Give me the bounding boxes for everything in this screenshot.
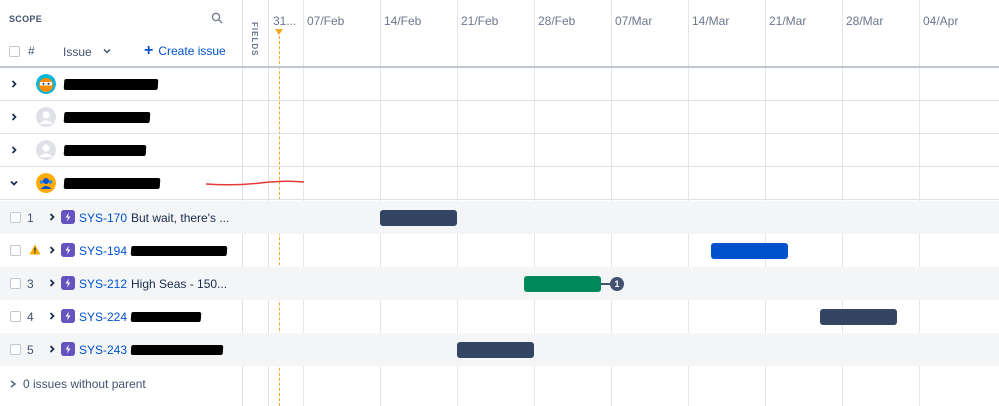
issue-key-link[interactable]: SYS-243 — [79, 343, 127, 357]
red-annotation-stroke — [205, 180, 305, 186]
plus-icon: + — [144, 42, 154, 59]
create-issue-button[interactable]: + Create issue — [144, 42, 226, 59]
epic-icon — [61, 243, 75, 257]
timeline-date-label: 28/Mar — [846, 14, 884, 28]
issue-key-link[interactable]: SYS-170 — [79, 211, 127, 225]
default-avatar — [36, 107, 56, 127]
timeline-date-label: 04/Apr — [923, 14, 959, 28]
issue-checkbox[interactable] — [10, 278, 21, 289]
chevron-right-icon[interactable] — [9, 145, 19, 155]
default-avatar — [36, 140, 56, 160]
select-all-checkbox[interactable] — [9, 46, 20, 57]
issue-row[interactable]: 3 SYS-212 High Seas - 150... — [0, 267, 999, 300]
timeline-date-label: 31... — [273, 14, 297, 28]
epic-icon — [61, 276, 75, 290]
rank-number: 1 — [27, 211, 34, 225]
redacted-summary — [130, 345, 224, 355]
timeline-date-label: 07/Mar — [615, 14, 653, 28]
issue-checkbox[interactable] — [10, 344, 21, 355]
chevron-down-icon[interactable] — [9, 178, 19, 188]
timeline-date-label: 07/Feb — [307, 14, 345, 28]
chevron-right-icon[interactable] — [9, 79, 19, 89]
chevron-right-icon[interactable] — [47, 344, 57, 354]
rank-number: 3 — [27, 277, 34, 291]
warning-icon[interactable] — [29, 244, 41, 255]
chevron-right-icon[interactable] — [9, 112, 19, 122]
issue-key-link[interactable]: SYS-212 — [79, 277, 127, 291]
issue-key-link[interactable]: SYS-194 — [79, 244, 127, 258]
timeline-date-label: 14/Feb — [384, 14, 422, 28]
timeline-date-label: 21/Feb — [461, 14, 499, 28]
issue-checkbox[interactable] — [10, 245, 21, 256]
chevron-right-icon[interactable] — [47, 278, 57, 288]
row-divider — [243, 166, 999, 167]
epic-icon — [61, 309, 75, 323]
row-divider — [243, 100, 999, 101]
issues-without-parent-label: 0 issues without parent — [23, 377, 146, 391]
schedule-bar[interactable] — [457, 342, 534, 358]
rank-column-header: # — [28, 44, 35, 58]
today-marker — [275, 29, 283, 35]
parent-row[interactable] — [0, 134, 243, 167]
create-issue-label: Create issue — [158, 44, 226, 58]
redacted-name — [63, 79, 159, 90]
chevron-right-icon[interactable] — [47, 311, 57, 321]
redacted-name — [63, 145, 147, 156]
schedule-bar[interactable] — [711, 243, 788, 259]
issue-column-header[interactable]: Issue — [63, 45, 92, 59]
issue-summary[interactable]: High Seas - 150... — [131, 277, 229, 291]
row-divider — [243, 133, 999, 134]
issue-row[interactable]: 1 SYS-170 But wait, there's ... — [0, 201, 999, 234]
issues-without-parent[interactable]: 0 issues without parent — [9, 377, 146, 391]
team-avatar — [36, 173, 56, 193]
issue-key-link[interactable]: SYS-224 — [79, 310, 127, 324]
search-icon[interactable] — [211, 12, 223, 24]
issue-checkbox[interactable] — [10, 311, 21, 322]
parent-row[interactable] — [0, 68, 243, 101]
dependency-count-badge[interactable]: 1 — [610, 277, 624, 291]
redacted-name — [63, 112, 151, 123]
issue-summary[interactable]: But wait, there's ... — [131, 211, 229, 225]
fields-label: FIELDS — [250, 22, 259, 57]
schedule-bar[interactable] — [524, 276, 601, 292]
scope-title: SCOPE — [9, 14, 43, 24]
redacted-name — [63, 178, 161, 189]
schedule-bar[interactable] — [380, 210, 457, 226]
chevron-right-icon[interactable] — [47, 212, 57, 222]
timeline-date-label: 14/Mar — [692, 14, 730, 28]
rank-number: 5 — [27, 343, 34, 357]
epic-icon — [61, 210, 75, 224]
schedule-bar[interactable] — [820, 309, 897, 325]
redacted-summary — [130, 246, 228, 256]
orange-ninja-avatar — [36, 74, 56, 94]
issue-checkbox[interactable] — [10, 212, 21, 223]
chevron-down-icon[interactable] — [102, 46, 112, 56]
row-divider — [243, 199, 999, 200]
redacted-summary — [130, 312, 202, 322]
timeline-date-label: 21/Mar — [769, 14, 807, 28]
issue-row[interactable]: SYS-194 — [0, 234, 999, 267]
rank-number: 4 — [27, 310, 34, 324]
timeline-date-label: 28/Feb — [538, 14, 576, 28]
chevron-right-icon — [10, 380, 17, 388]
parent-row[interactable] — [0, 101, 243, 134]
chevron-right-icon[interactable] — [47, 245, 57, 255]
epic-icon — [61, 342, 75, 356]
